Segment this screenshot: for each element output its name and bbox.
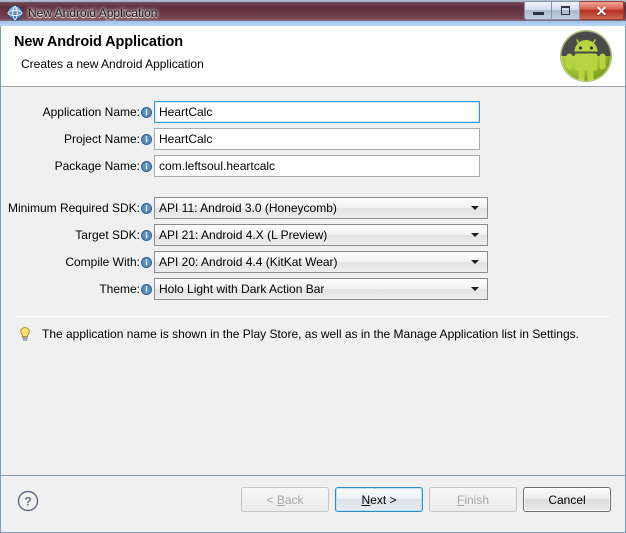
project-name-input[interactable] bbox=[154, 128, 480, 150]
maximize-button[interactable] bbox=[552, 1, 580, 20]
form-row-compile-with: Compile With: API 20: Android 4.4 (KitKa… bbox=[1, 251, 625, 273]
form-row-project-name: Project Name: bbox=[1, 128, 625, 150]
hint-row: The application name is shown in the Pla… bbox=[1, 317, 625, 342]
info-icon[interactable] bbox=[141, 160, 152, 172]
minimum-required-sdk-dropdown[interactable]: API 11: Android 3.0 (Honeycomb) bbox=[154, 197, 488, 219]
form-row-minimum-required-sdk: Minimum Required SDK: API 11: Android 3.… bbox=[1, 197, 625, 219]
theme-value: Holo Light with Dark Action Bar bbox=[159, 282, 325, 296]
svg-text:?: ? bbox=[24, 495, 31, 509]
page-title: New Android Application bbox=[14, 34, 184, 50]
android-robot-logo bbox=[557, 27, 615, 85]
finish-button[interactable]: Finish bbox=[429, 487, 517, 512]
package-name-input[interactable] bbox=[154, 155, 480, 177]
wizard-body: Application Name: Project Name: Packag bbox=[1, 87, 625, 475]
label-package-name: Package Name: bbox=[54, 159, 140, 173]
target-sdk-dropdown[interactable]: API 21: Android 4.X (L Preview) bbox=[154, 224, 488, 246]
info-icon[interactable] bbox=[141, 106, 152, 118]
label-project-name: Project Name: bbox=[63, 132, 140, 146]
chevron-down-icon bbox=[471, 287, 479, 291]
minimum-required-sdk-value: API 11: Android 3.0 (Honeycomb) bbox=[159, 201, 337, 215]
hint-text: The application name is shown in the Pla… bbox=[42, 327, 579, 341]
info-icon[interactable] bbox=[141, 202, 152, 214]
button-bar: ? < Back Next > Finish Cancel bbox=[1, 475, 625, 532]
page-subtitle: Creates a new Android Application bbox=[21, 57, 204, 71]
next-button[interactable]: Next > bbox=[335, 487, 423, 512]
dialog-window: New Android Application ✕ New Android Ap… bbox=[0, 0, 626, 533]
info-icon[interactable] bbox=[141, 133, 152, 145]
form-row-package-name: Package Name: bbox=[1, 155, 625, 177]
label-compile-with: Compile With: bbox=[65, 255, 140, 269]
theme-dropdown[interactable]: Holo Light with Dark Action Bar bbox=[154, 278, 488, 300]
label-target-sdk: Target SDK: bbox=[75, 228, 140, 242]
help-icon[interactable]: ? bbox=[17, 490, 39, 512]
chevron-down-icon bbox=[471, 206, 479, 210]
minimize-button[interactable] bbox=[524, 1, 552, 20]
label-theme: Theme: bbox=[99, 282, 140, 296]
compile-with-value: API 20: Android 4.4 (KitKat Wear) bbox=[159, 255, 338, 269]
chevron-down-icon bbox=[471, 260, 479, 264]
window-title: New Android Application bbox=[28, 6, 158, 20]
wizard-buttons: < Back Next > Finish Cancel bbox=[241, 487, 611, 512]
eclipse-globe-icon bbox=[7, 5, 23, 21]
info-icon[interactable] bbox=[141, 256, 152, 268]
wizard-header: New Android Application Creates a new An… bbox=[1, 26, 625, 87]
target-sdk-value: API 21: Android 4.X (L Preview) bbox=[159, 228, 328, 242]
back-button[interactable]: < Back bbox=[241, 487, 329, 512]
window-controls: ✕ bbox=[524, 1, 624, 21]
info-icon[interactable] bbox=[141, 229, 152, 241]
form-row-target-sdk: Target SDK: API 21: Android 4.X (L Previ… bbox=[1, 224, 625, 246]
cancel-button[interactable]: Cancel bbox=[523, 487, 611, 512]
chevron-down-icon bbox=[471, 233, 479, 237]
dialog-frame: New Android Application Creates a new An… bbox=[0, 26, 626, 533]
info-icon[interactable] bbox=[141, 283, 152, 295]
compile-with-dropdown[interactable]: API 20: Android 4.4 (KitKat Wear) bbox=[154, 251, 488, 273]
lightbulb-icon bbox=[17, 326, 33, 342]
close-button[interactable]: ✕ bbox=[580, 1, 624, 20]
application-name-input[interactable] bbox=[154, 101, 480, 123]
label-minimum-required-sdk: Minimum Required SDK: bbox=[7, 201, 140, 215]
form-row-application-name: Application Name: bbox=[1, 101, 625, 123]
label-application-name: Application Name: bbox=[42, 105, 140, 119]
title-bar[interactable]: New Android Application ✕ bbox=[0, 0, 626, 26]
form-row-theme: Theme: Holo Light with Dark Action Bar bbox=[1, 278, 625, 300]
